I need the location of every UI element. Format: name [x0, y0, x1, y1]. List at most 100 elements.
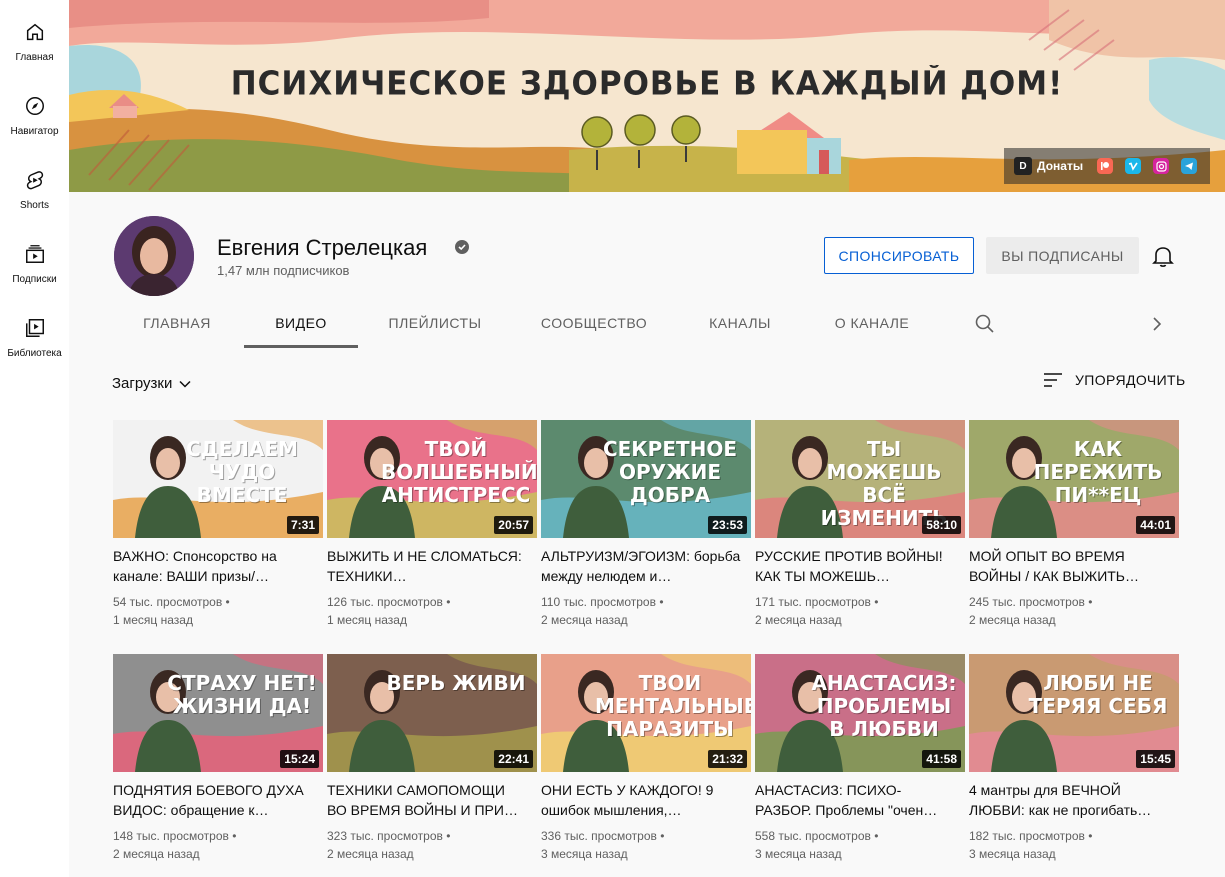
video-thumbnail[interactable]: АНАСТАСИЗ: ПРОБЛЕМЫ В ЛЮБВИ 41:58: [755, 654, 965, 772]
subscriber-count: 1,47 млн подписчиков: [217, 263, 350, 278]
telegram-icon[interactable]: [1181, 158, 1198, 174]
sidebar: Главная Навигатор Shorts Подписки Библио…: [0, 0, 69, 877]
thumbnail-caption: КАК ПЕРЕЖИТЬ ПИ**ЕЦ: [1033, 437, 1163, 507]
video-duration: 23:53: [708, 516, 747, 534]
sidebar-item-label: Подписки: [12, 274, 57, 285]
separator-dot: •: [442, 595, 451, 609]
sidebar-item-explore[interactable]: Навигатор: [0, 74, 69, 148]
channel-tabs: ГЛАВНАЯ ВИДЕО ПЛЕЙЛИСТЫ СООБЩЕСТВО КАНАЛ…: [69, 300, 1225, 348]
subscriptions-icon: [23, 242, 47, 266]
banner-title: ПСИХИЧЕСКОЕ ЗДОРОВЬЕ В КАЖДЫЙ ДОМ!: [230, 65, 1064, 103]
channel-header: Евгения Стрелецкая 1,47 млн подписчиков …: [69, 192, 1225, 348]
video-title[interactable]: ВЫЖИТЬ И НЕ СЛОМАТЬСЯ: ТЕХНИКИ…: [327, 546, 527, 586]
donate-icon[interactable]: D: [1014, 157, 1032, 175]
video-duration: 22:41: [494, 750, 533, 768]
video-duration: 15:45: [1136, 750, 1175, 768]
patreon-icon[interactable]: [1097, 158, 1114, 174]
video-card[interactable]: ЛЮБИ НЕ ТЕРЯЯ СЕБЯ 15:45 4 мантры для ВЕЧН…: [969, 654, 1179, 868]
video-card[interactable]: АНАСТАСИЗ: ПРОБЛЕМЫ В ЛЮБВИ 41:58 АНАСТАСИ…: [755, 654, 965, 868]
chevron-down-icon: [178, 377, 192, 391]
view-count: 245 тыс. просмотров: [969, 595, 1085, 609]
subscribed-button[interactable]: ВЫ ПОДПИСАНЫ: [986, 237, 1139, 274]
channel-avatar[interactable]: [114, 216, 194, 296]
tab-playlists[interactable]: ПЛЕЙЛИСТЫ: [381, 300, 489, 348]
sidebar-item-subscriptions[interactable]: Подписки: [0, 222, 69, 296]
instagram-icon[interactable]: [1153, 158, 1170, 174]
view-count: 323 тыс. просмотров: [327, 829, 443, 843]
donate-link[interactable]: Донаты: [1037, 159, 1083, 173]
sidebar-item-home[interactable]: Главная: [0, 0, 69, 74]
video-thumbnail[interactable]: ЛЮБИ НЕ ТЕРЯЯ СЕБЯ 15:45: [969, 654, 1179, 772]
thumbnail-caption: ТВОЙ ВОЛШЕБНЫЙ АНТИСТРЕСС: [381, 437, 537, 507]
video-age: 1 месяц назад: [113, 613, 193, 627]
video-card[interactable]: ВЕРЬ ЖИВИ 22:41 ТЕХНИКИ САМОПОМОЩИ ВО ВРЕМ…: [327, 654, 537, 868]
thumbnail-caption: СТРАХУ НЕТ! ЖИЗНИ ДА!: [167, 671, 317, 718]
separator-dot: •: [1084, 829, 1093, 843]
separator-dot: •: [655, 595, 664, 609]
shorts-icon: [23, 168, 47, 192]
bell-icon[interactable]: [1152, 244, 1174, 268]
video-title[interactable]: ОНИ ЕСТЬ У КАЖДОГО! 9 ошибок мышления,…: [541, 780, 741, 820]
video-title[interactable]: АНАСТАСИЗ: ПСИХО-РАЗБОР. Проблемы "очен…: [755, 780, 955, 820]
video-duration: 20:57: [494, 516, 533, 534]
video-age: 1 месяц назад: [327, 613, 407, 627]
sidebar-item-library[interactable]: Библиотека: [0, 296, 69, 370]
video-views: 171 тыс. просмотров •: [755, 595, 878, 609]
video-age: 3 месяца назад: [969, 847, 1056, 861]
video-title[interactable]: РУССКИЕ ПРОТИВ ВОЙНЫ! КАК ТЫ МОЖЕШЬ…: [755, 546, 955, 586]
video-thumbnail[interactable]: ТВОЙ ВОЛШЕБНЫЙ АНТИСТРЕСС 20:57: [327, 420, 537, 538]
video-thumbnail[interactable]: СТРАХУ НЕТ! ЖИЗНИ ДА! 15:24: [113, 654, 323, 772]
video-thumbnail[interactable]: СЕКРЕТНОЕ ОРУЖИЕ ДОБРА 23:53: [541, 420, 751, 538]
video-card[interactable]: СДЕЛАЕМ ЧУДО ВМЕСТЕ 7:31 ВАЖНО: Спонсорств…: [113, 420, 323, 634]
video-title[interactable]: ВАЖНО: Спонсорство на канале: ВАШИ призы…: [113, 546, 313, 586]
uploads-filter-label: Загрузки: [112, 375, 173, 392]
video-age: 2 месяца назад: [541, 613, 628, 627]
vimeo-icon[interactable]: [1125, 158, 1142, 174]
video-views: 110 тыс. просмотров •: [541, 595, 664, 609]
chevron-right-icon[interactable]: [1145, 312, 1169, 336]
video-age: 2 месяца назад: [755, 613, 842, 627]
video-title[interactable]: МОЙ ОПЫТ ВО ВРЕМЯ ВОЙНЫ / КАК ВЫЖИТЬ…: [969, 546, 1169, 586]
video-views: 54 тыс. просмотров •: [113, 595, 230, 609]
video-title[interactable]: 4 мантры для ВЕЧНОЙ ЛЮБВИ: как не прогиб…: [969, 780, 1169, 820]
video-card[interactable]: СТРАХУ НЕТ! ЖИЗНИ ДА! 15:24 ПОДНЯТИЯ БОЕВО…: [113, 654, 323, 868]
uploads-filter[interactable]: Загрузки: [112, 375, 192, 392]
video-title[interactable]: ПОДНЯТИЯ БОЕВОГО ДУХА ВИДОС: обращение к…: [113, 780, 313, 820]
video-duration: 15:24: [280, 750, 319, 768]
video-thumbnail[interactable]: ТЫ МОЖЕШЬ ВСЁ ИЗМЕНИТЬ 58:10: [755, 420, 965, 538]
video-duration: 44:01: [1136, 516, 1175, 534]
video-age: 2 месяца назад: [113, 847, 200, 861]
video-title[interactable]: АЛЬТРУИЗМ/ЭГОИЗМ: борьба между нелюдем и…: [541, 546, 741, 586]
video-views: 558 тыс. просмотров •: [755, 829, 878, 843]
video-views: 245 тыс. просмотров •: [969, 595, 1092, 609]
thumbnail-caption: ЛЮБИ НЕ ТЕРЯЯ СЕБЯ: [1028, 671, 1168, 718]
sidebar-item-shorts[interactable]: Shorts: [0, 148, 69, 222]
channel-name[interactable]: Евгения Стрелецкая: [217, 235, 427, 261]
video-age: 2 месяца назад: [969, 613, 1056, 627]
video-card[interactable]: ТВОЙ ВОЛШЕБНЫЙ АНТИСТРЕСС 20:57 ВЫЖИТЬ И Н…: [327, 420, 537, 634]
video-card[interactable]: ТВОИ МЕНТАЛЬНЫЕ ПАРАЗИТЫ 21:32 ОНИ ЕСТЬ У …: [541, 654, 751, 868]
video-thumbnail[interactable]: ВЕРЬ ЖИВИ 22:41: [327, 654, 537, 772]
video-card[interactable]: КАК ПЕРЕЖИТЬ ПИ**ЕЦ 44:01 МОЙ ОПЫТ ВО ВРЕМ…: [969, 420, 1179, 634]
video-title[interactable]: ТЕХНИКИ САМОПОМОЩИ ВО ВРЕМЯ ВОЙНЫ И ПРИ…: [327, 780, 527, 820]
library-icon: [23, 316, 47, 340]
video-thumbnail[interactable]: КАК ПЕРЕЖИТЬ ПИ**ЕЦ 44:01: [969, 420, 1179, 538]
tab-about[interactable]: О КАНАЛЕ: [826, 300, 918, 348]
thumbnail-caption: ТВОИ МЕНТАЛЬНЫЕ ПАРАЗИТЫ: [595, 671, 751, 741]
search-icon[interactable]: [973, 312, 997, 336]
video-card[interactable]: ТЫ МОЖЕШЬ ВСЁ ИЗМЕНИТЬ 58:10 РУССКИЕ ПРОТИ…: [755, 420, 965, 634]
video-thumbnail[interactable]: СДЕЛАЕМ ЧУДО ВМЕСТЕ 7:31: [113, 420, 323, 538]
video-card[interactable]: СЕКРЕТНОЕ ОРУЖИЕ ДОБРА 23:53 АЛЬТРУИЗМ/ЭГО…: [541, 420, 751, 634]
verified-badge-icon: [455, 240, 469, 254]
tab-videos[interactable]: ВИДЕО: [244, 300, 358, 348]
tab-community[interactable]: СООБЩЕСТВО: [535, 300, 653, 348]
video-thumbnail[interactable]: ТВОИ МЕНТАЛЬНЫЕ ПАРАЗИТЫ 21:32: [541, 654, 751, 772]
compass-icon: [23, 94, 47, 118]
sponsor-button[interactable]: СПОНСИРОВАТЬ: [824, 237, 974, 274]
tab-home[interactable]: ГЛАВНАЯ: [131, 300, 223, 348]
tab-channels[interactable]: КАНАЛЫ: [698, 300, 782, 348]
video-views: 126 тыс. просмотров •: [327, 595, 450, 609]
sort-button[interactable]: УПОРЯДОЧИТЬ: [1043, 372, 1186, 388]
view-count: 126 тыс. просмотров: [327, 595, 443, 609]
separator-dot: •: [656, 829, 665, 843]
